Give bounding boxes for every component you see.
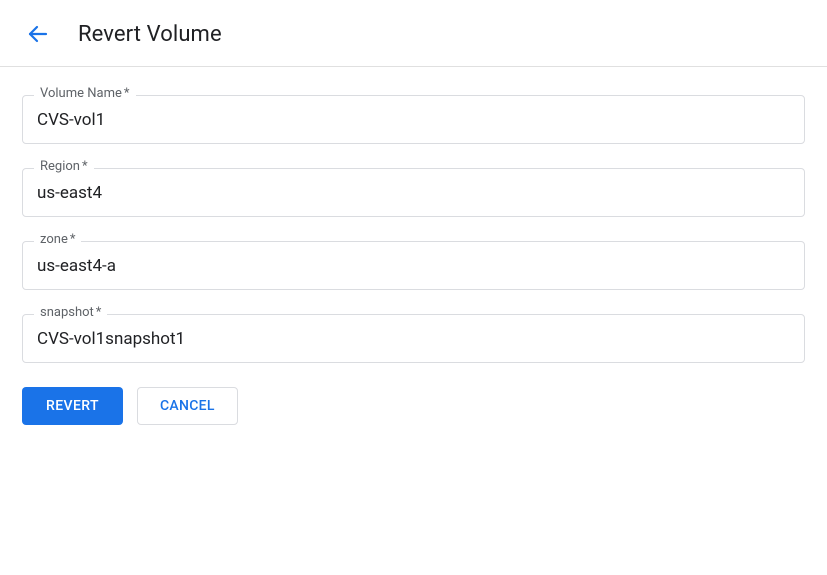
region-input[interactable] [22, 168, 805, 217]
zone-label: zone* [34, 232, 81, 247]
revert-button[interactable]: REVERT [22, 387, 123, 425]
zone-input[interactable] [22, 241, 805, 290]
cancel-button[interactable]: CANCEL [137, 387, 238, 425]
field-region: Region* [22, 168, 805, 217]
region-label: Region* [34, 159, 94, 174]
volume-name-input[interactable] [22, 95, 805, 144]
page-header: Revert Volume [0, 0, 827, 67]
action-row: REVERT CANCEL [22, 387, 805, 425]
snapshot-label: snapshot* [34, 305, 107, 320]
page-title: Revert Volume [78, 22, 222, 47]
back-button[interactable] [22, 18, 54, 50]
field-snapshot: snapshot* [22, 314, 805, 363]
field-zone: zone* [22, 241, 805, 290]
snapshot-input[interactable] [22, 314, 805, 363]
form-container: Volume Name* Region* zone* snapshot* REV… [0, 67, 827, 447]
arrow-left-icon [26, 22, 50, 46]
volume-name-label: Volume Name* [34, 86, 136, 101]
field-volume-name: Volume Name* [22, 95, 805, 144]
